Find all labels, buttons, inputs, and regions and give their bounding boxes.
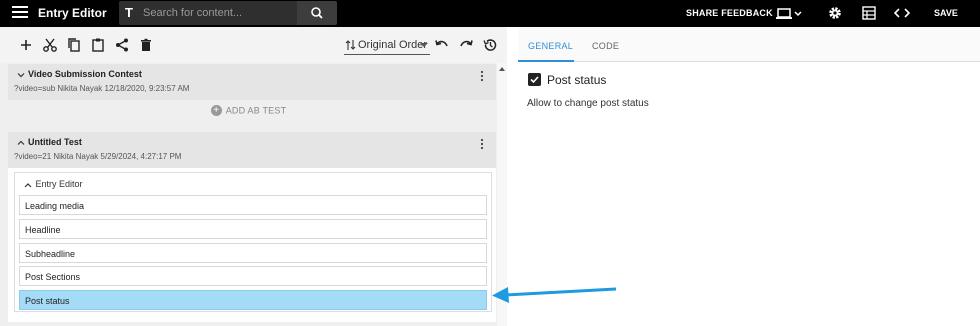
redo-icon [460,40,473,47]
tab-general[interactable]: GENERAL [528,41,573,51]
editor-toolbar: Original Order [0,27,507,63]
scroll-up-arrow-icon[interactable] [499,67,505,71]
variant-meta: ?video=21 Nikita Nayak 5/29/2024, 4:27:1… [14,152,182,161]
copy-button[interactable] [66,37,82,53]
order-dropdown[interactable]: Original Order [344,37,430,55]
laptop-icon [776,8,802,19]
paste-button[interactable] [90,37,106,53]
plus-icon [21,40,31,50]
copy-icon [68,38,80,52]
more-vertical-icon[interactable] [480,138,484,150]
save-button[interactable]: SAVE [934,8,958,18]
search-input[interactable] [143,4,293,22]
add-ab-test-button[interactable]: + ADD AB TEST [0,105,497,117]
hamburger-menu-icon[interactable] [12,6,28,20]
device-preview-button[interactable] [776,6,804,22]
properties-title: Post status [547,73,607,87]
entry-row-leading-media[interactable]: Leading media [19,195,487,215]
sort-icon [345,40,356,50]
properties-tabs: GENERAL CODE [518,27,980,62]
add-ab-test-label: ADD AB TEST [225,105,287,116]
entry-row-post-sections[interactable]: Post Sections [19,266,487,286]
layout-button[interactable] [862,6,876,20]
add-circle-icon: + [210,105,222,117]
undo-icon [435,40,448,47]
layout-icon [862,6,876,20]
entry-row-headline[interactable]: Headline [19,219,487,239]
entry-row-subheadline[interactable]: Subheadline [19,243,487,263]
app-title: Entry Editor [38,6,107,20]
tab-code[interactable]: CODE [592,41,619,51]
delete-button[interactable] [138,37,154,53]
search-icon [311,7,323,19]
chevron-up-icon [24,182,32,188]
variant-meta: ?video=sub Nikita Nayak 12/18/2020, 9:23… [14,84,190,93]
code-icon [893,8,911,18]
gear-icon [829,7,841,19]
trash-icon [141,38,151,51]
properties-description: Allow to change post status [527,98,649,109]
text-type-icon: T [125,5,133,20]
code-view-button[interactable] [893,6,911,20]
entry-editor-title: Entry Editor [35,179,83,189]
variant-title: Untitled Test [28,137,82,147]
redo-button[interactable] [458,37,474,53]
add-button[interactable] [18,37,34,53]
history-icon [483,39,497,51]
share-icon [116,38,128,52]
variant-card: Video Submission Contest ?video=sub Niki… [8,64,496,100]
entry-row-post-status[interactable]: Post status [19,290,487,310]
chevron-down-icon[interactable] [16,70,26,80]
more-vertical-icon[interactable] [480,70,484,82]
entry-editor-block: Entry Editor Leading media Headline Subh… [14,172,492,312]
clipboard-icon [92,38,104,52]
variant-title: Video Submission Contest [28,69,142,79]
scissors-icon [43,38,57,52]
active-tab-indicator [518,60,574,62]
left-pane: Original Order Video Submission Contest … [0,27,507,326]
undo-button[interactable] [434,37,450,53]
entry-editor-header[interactable]: Entry Editor [23,179,83,189]
share-button[interactable] [114,37,130,53]
search-bar: T [119,1,337,25]
share-feedback-button[interactable]: SHARE FEEDBACK [686,8,773,18]
search-button[interactable] [297,1,337,25]
order-dropdown-label: Original Order [358,39,428,51]
settings-button[interactable] [828,6,842,20]
cut-button[interactable] [42,37,58,53]
variant-card-header[interactable]: Untitled Test ?video=21 Nikita Nayak 5/2… [8,132,496,168]
history-button[interactable] [482,37,498,53]
top-bar: Entry Editor T SHARE FEEDBACK [0,0,980,27]
variant-card-header[interactable]: Video Submission Contest ?video=sub Niki… [8,64,496,100]
chevron-up-icon[interactable] [16,138,26,148]
annotation-arrow-icon [492,287,617,303]
caret-down-icon [420,43,428,47]
checkbox-checked-icon [528,73,541,86]
